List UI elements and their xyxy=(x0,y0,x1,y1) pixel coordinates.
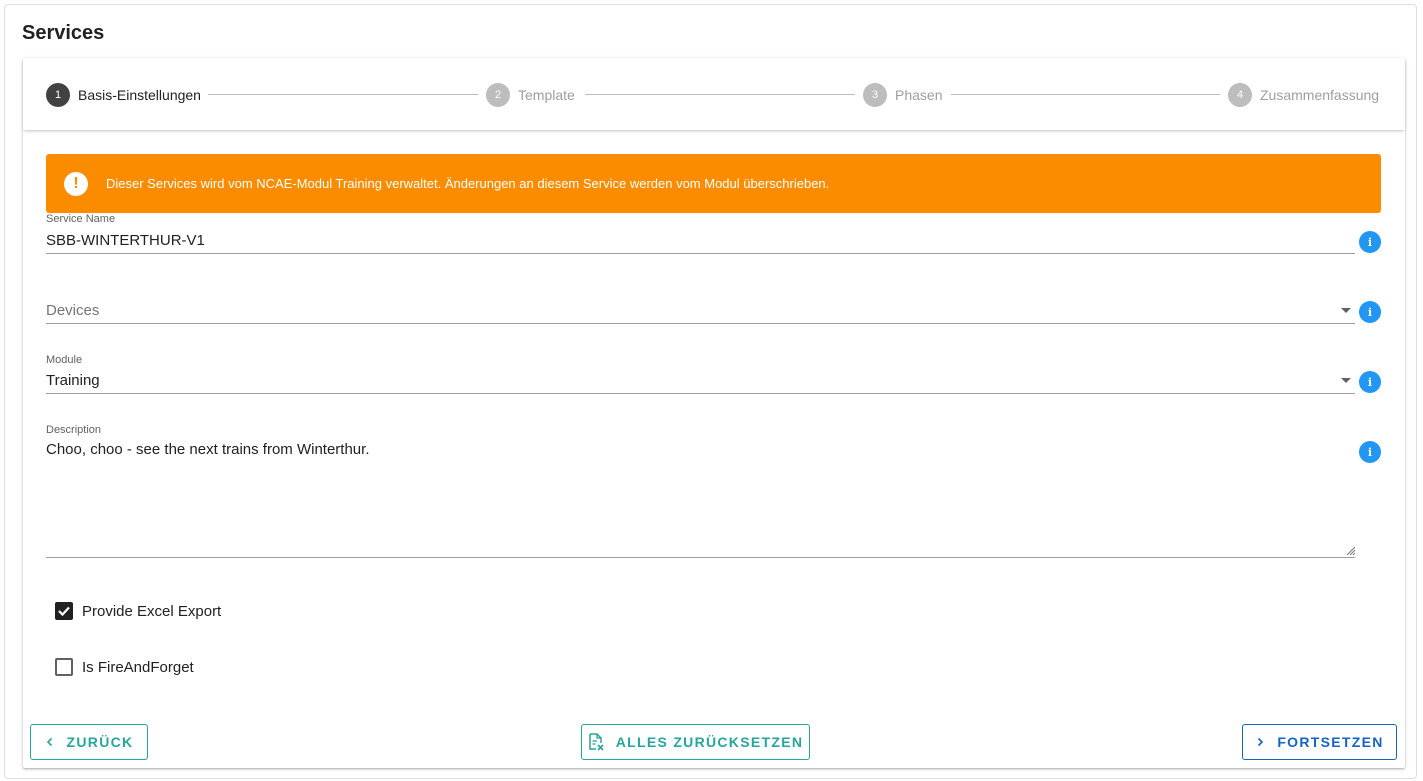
module-label: Module xyxy=(46,354,83,366)
fire-and-forget-label: Is FireAndForget xyxy=(82,658,194,676)
step-basis-einstellungen[interactable]: 1 Basis-Einstellungen xyxy=(46,83,201,107)
page-container: Services 1 Basis-Einstellungen 2 Templat… xyxy=(4,4,1417,779)
excel-export-checkbox[interactable] xyxy=(55,602,73,620)
step-connector xyxy=(951,94,1220,95)
field-underline xyxy=(46,253,1355,254)
step-number: 1 xyxy=(46,83,70,107)
devices-placeholder: Devices xyxy=(46,302,100,319)
alert-text: Dieser Services wird vom NCAE-Modul Trai… xyxy=(106,176,830,191)
resize-handle-icon[interactable] xyxy=(1345,545,1355,555)
chevron-down-icon[interactable] xyxy=(1341,308,1351,313)
check-icon xyxy=(58,606,70,617)
excel-export-checkbox-row[interactable]: Provide Excel Export xyxy=(55,602,221,620)
service-name-input[interactable]: SBB-WINTERTHUR-V1 xyxy=(46,232,205,249)
step-phasen[interactable]: 3 Phasen xyxy=(863,83,942,107)
field-underline xyxy=(46,557,1355,558)
description-info-icon[interactable]: i xyxy=(1359,441,1381,463)
back-button[interactable]: ZURÜCK xyxy=(30,724,148,760)
devices-info-icon[interactable]: i xyxy=(1359,301,1381,323)
continue-button-label: FORTSETZEN xyxy=(1277,734,1384,750)
reset-all-button[interactable]: ALLES ZURÜCKSETZEN xyxy=(581,724,810,760)
warning-alert: ! Dieser Services wird vom NCAE-Modul Tr… xyxy=(46,154,1381,213)
step-label: Template xyxy=(518,87,575,103)
step-connector xyxy=(208,94,478,95)
service-name-field[interactable]: Service Name SBB-WINTERTHUR-V1 xyxy=(46,213,1355,255)
stepper: 1 Basis-Einstellungen 2 Template 3 Phase… xyxy=(23,58,1405,130)
step-template[interactable]: 2 Template xyxy=(486,83,575,107)
step-zusammenfassung[interactable]: 4 Zusammenfassung xyxy=(1228,83,1379,107)
description-value[interactable]: Choo, choo - see the next trains from Wi… xyxy=(46,441,369,458)
file-reset-icon xyxy=(588,733,604,751)
reset-all-button-label: ALLES ZURÜCKSETZEN xyxy=(615,734,804,750)
step-label: Basis-Einstellungen xyxy=(78,87,201,103)
chevron-left-icon xyxy=(46,737,52,747)
stepper-card: 1 Basis-Einstellungen 2 Template 3 Phase… xyxy=(23,58,1405,768)
chevron-right-icon xyxy=(1258,737,1264,747)
description-label: Description xyxy=(46,424,102,436)
module-value[interactable]: Training xyxy=(46,372,100,389)
field-underline xyxy=(46,393,1355,394)
module-select[interactable]: Module Training xyxy=(46,353,1355,395)
devices-select[interactable]: Devices xyxy=(46,283,1355,325)
excel-export-label: Provide Excel Export xyxy=(82,602,222,620)
field-underline xyxy=(46,323,1355,324)
chevron-down-icon[interactable] xyxy=(1341,378,1351,383)
page-title: Services xyxy=(22,22,105,44)
exclamation-circle-icon: ! xyxy=(64,171,88,196)
fire-and-forget-checkbox[interactable] xyxy=(55,658,73,676)
back-button-label: ZURÜCK xyxy=(66,734,134,750)
module-info-icon[interactable]: i xyxy=(1359,371,1381,393)
step-connector xyxy=(585,94,855,95)
step-number: 2 xyxy=(486,83,510,107)
step-number: 3 xyxy=(863,83,887,107)
step-label: Phasen xyxy=(895,87,943,103)
service-name-info-icon[interactable]: i xyxy=(1359,231,1381,253)
step-number: 4 xyxy=(1228,83,1252,107)
description-textarea[interactable]: Description Choo, choo - see the next tr… xyxy=(46,423,1355,559)
step-label: Zusammenfassung xyxy=(1260,87,1380,103)
continue-button[interactable]: FORTSETZEN xyxy=(1242,724,1397,760)
service-name-label: Service Name xyxy=(46,213,116,225)
fire-and-forget-checkbox-row[interactable]: Is FireAndForget xyxy=(55,658,194,676)
